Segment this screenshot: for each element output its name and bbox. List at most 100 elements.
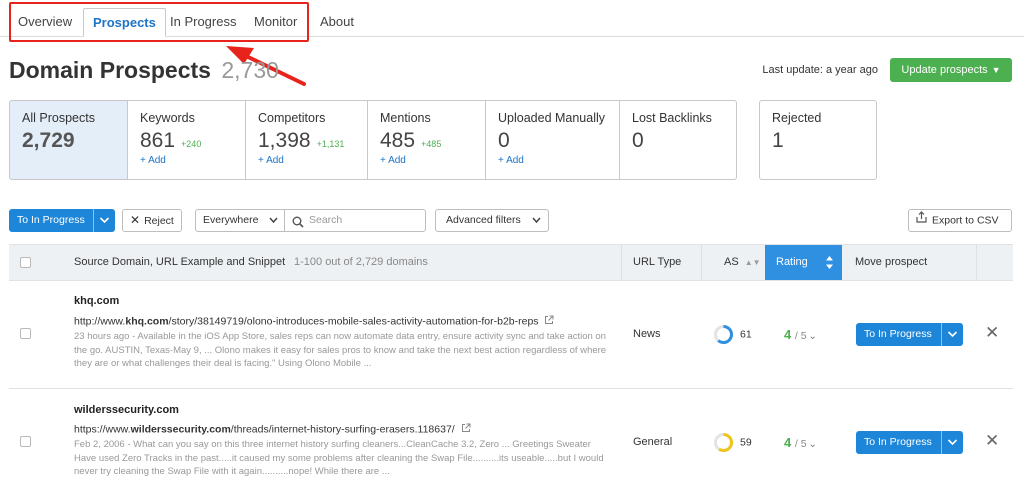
- card-competitors[interactable]: Competitors 1,398 +1,131 + Add: [245, 100, 368, 180]
- row-rating-of: / 5: [794, 330, 807, 342]
- divider: [941, 323, 942, 346]
- card-delta: +240: [181, 139, 202, 149]
- external-link-icon[interactable]: [461, 423, 471, 436]
- card-label: Keywords: [140, 111, 195, 125]
- card-lost-backlinks[interactable]: Lost Backlinks 0: [619, 100, 737, 180]
- move-label: To In Progress: [864, 436, 932, 448]
- row-as: 59: [713, 432, 752, 453]
- divider: [93, 209, 94, 232]
- url-prefix: http://www.: [74, 315, 126, 328]
- row-url-type: News: [633, 328, 661, 340]
- tab-monitor[interactable]: Monitor: [245, 8, 306, 37]
- url-domain: khq.com: [125, 315, 169, 328]
- card-add-link[interactable]: + Add: [498, 155, 607, 166]
- tab-in-progress[interactable]: In Progress: [161, 8, 245, 37]
- column-url-type[interactable]: URL Type: [633, 245, 681, 280]
- row-rating-of: / 5: [794, 438, 807, 450]
- divider: [621, 245, 622, 280]
- row-checkbox[interactable]: [20, 328, 31, 339]
- tab-overview[interactable]: Overview: [9, 8, 81, 37]
- authority-score-icon: [714, 325, 733, 344]
- reject-row-close-icon[interactable]: ✕: [985, 323, 999, 343]
- row-as: 61: [713, 324, 752, 345]
- move-to-in-progress-button[interactable]: To In Progress: [856, 431, 963, 454]
- card-value: 0: [498, 129, 510, 152]
- divider: [976, 245, 977, 280]
- card-delta: +1,131: [316, 139, 345, 149]
- column-move: Move prospect: [855, 256, 928, 268]
- chevron-down-icon: ▼: [991, 65, 1001, 75]
- sort-icon: ▲▼: [744, 258, 761, 267]
- row-rating[interactable]: 4 / 5 ⌄: [784, 327, 817, 342]
- reject-button[interactable]: ✕ Reject: [122, 209, 182, 232]
- card-add-link[interactable]: + Add: [258, 155, 355, 166]
- advanced-filters-label: Advanced filters: [446, 214, 521, 226]
- row-domain[interactable]: wilderssecurity.com: [74, 404, 179, 416]
- card-uploaded-manually[interactable]: Uploaded Manually 0 + Add: [485, 100, 620, 180]
- scope-select[interactable]: Everywhere: [195, 209, 285, 232]
- row-url[interactable]: https://www.wilderssecurity.com/threads/…: [74, 423, 471, 436]
- external-link-icon[interactable]: [544, 315, 554, 328]
- move-label: To In Progress: [864, 328, 932, 340]
- card-value: 2,729: [22, 129, 75, 152]
- export-icon: [916, 210, 927, 231]
- card-value: 861: [140, 129, 176, 152]
- search-input[interactable]: Search: [284, 209, 426, 232]
- table-row: khq.com http://www.khq.com/story/3814971…: [9, 281, 1013, 389]
- to-in-progress-label: To In Progress: [17, 214, 85, 226]
- row-rating-value: 4: [784, 435, 792, 450]
- card-all-prospects[interactable]: All Prospects 2,729: [9, 100, 128, 180]
- chevron-down-icon[interactable]: [947, 431, 958, 463]
- select-all-checkbox[interactable]: [20, 257, 31, 268]
- url-path: /threads/internet-history-surfing-eraser…: [230, 423, 455, 436]
- authority-score-icon: [714, 433, 733, 452]
- card-keywords[interactable]: Keywords 861 +240 + Add: [127, 100, 246, 180]
- tab-about[interactable]: About: [311, 8, 363, 37]
- card-value: 0: [632, 129, 644, 152]
- table-row: wilderssecurity.com https://www.wilderss…: [9, 389, 1013, 497]
- chevron-down-icon[interactable]: [947, 323, 958, 355]
- card-label: Mentions: [380, 111, 431, 125]
- scope-select-value: Everywhere: [203, 214, 259, 226]
- url-prefix: https://www.: [74, 423, 131, 436]
- row-as-value: 59: [740, 436, 752, 449]
- export-csv-button[interactable]: Export to CSV: [908, 209, 1012, 232]
- export-label: Export to CSV: [932, 214, 999, 227]
- table-header: Source Domain, URL Example and Snippet 1…: [9, 244, 1013, 281]
- move-to-in-progress-button[interactable]: To In Progress: [856, 323, 963, 346]
- row-snippet: 23 hours ago - Available in the iOS App …: [74, 331, 607, 369]
- tab-bar: Overview Prospects In Progress Monitor A…: [0, 0, 1024, 37]
- advanced-filters-button[interactable]: Advanced filters: [435, 209, 549, 232]
- page-title-text: Domain Prospects: [9, 57, 211, 83]
- chevron-down-icon: ⌄: [808, 331, 817, 342]
- tab-prospects[interactable]: Prospects: [83, 8, 166, 37]
- row-rating-value: 4: [784, 327, 792, 342]
- card-label: Lost Backlinks: [632, 111, 712, 125]
- column-as-label: AS: [724, 256, 739, 268]
- reject-row-close-icon[interactable]: ✕: [985, 431, 999, 451]
- card-rejected[interactable]: Rejected 1: [759, 100, 877, 180]
- chevron-down-icon[interactable]: [99, 209, 110, 241]
- card-value: 1,398: [258, 129, 311, 152]
- column-rating[interactable]: Rating: [765, 245, 842, 280]
- url-domain: wilderssecurity.com: [130, 423, 231, 436]
- card-label: Uploaded Manually: [498, 111, 606, 125]
- row-as-value: 61: [740, 328, 752, 341]
- card-delta: +485: [421, 139, 442, 149]
- row-url[interactable]: http://www.khq.com/story/38149719/olono-…: [74, 315, 554, 328]
- column-as[interactable]: AS ▲▼: [724, 245, 761, 280]
- update-prospects-button[interactable]: Update prospects ▼: [890, 58, 1012, 82]
- divider: [941, 431, 942, 454]
- close-icon: ✕: [130, 213, 141, 227]
- row-domain[interactable]: khq.com: [74, 295, 119, 307]
- row-checkbox[interactable]: [20, 436, 31, 447]
- card-add-link[interactable]: + Add: [380, 155, 473, 166]
- search-icon: [292, 215, 304, 236]
- row-url-type: General: [633, 436, 673, 448]
- card-add-link[interactable]: + Add: [140, 155, 233, 166]
- row-rating[interactable]: 4 / 5 ⌄: [784, 435, 817, 450]
- card-value: 1: [772, 129, 784, 152]
- card-label: All Prospects: [22, 111, 95, 125]
- to-in-progress-button[interactable]: To In Progress: [9, 209, 115, 232]
- card-mentions[interactable]: Mentions 485 +485 + Add: [367, 100, 486, 180]
